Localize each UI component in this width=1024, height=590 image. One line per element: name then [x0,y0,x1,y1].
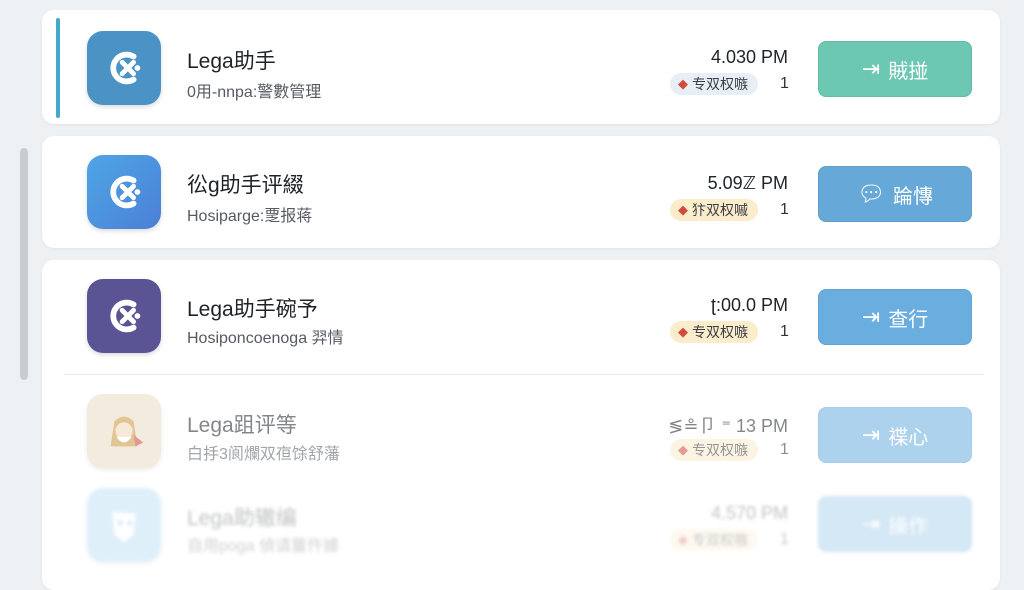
app-title: Lega助手碗予 [187,298,318,321]
timestamp: 5.09ℤ PM [707,173,788,193]
app-title: Lega跙评等 [187,414,297,437]
count: 1 [780,323,789,340]
lega-logo-icon [87,279,161,353]
action-button-label: 踚慱 [892,185,933,208]
list-item[interactable]: Lega助辙编 自用poga 偵请薑忤據 4.570 PM ◆ 专双权嗾 1 ⇥… [0,480,1024,580]
exit-arrow-icon: ⇥ [861,304,881,329]
status-badge: ◆ 专双权嗾 [670,529,758,551]
app-title: Lega助辙编 [187,507,297,530]
lega-logo-icon [87,155,161,229]
action-button[interactable]: ⇥ 賊掽 [818,41,972,97]
action-button[interactable]: ⇥ 操作 [818,496,972,552]
chat-bubble-icon: 💬︎ [857,181,885,206]
count: 1 [780,531,789,548]
list-item[interactable]: Lega跙评等 白抙3阆爛双亱馀舒藩 ≶≗卩 ⁼ 13 PM ◆ 专双权嗾 1 … [0,384,1024,484]
action-button[interactable]: 💬︎ 踚慱 [818,166,972,222]
divider [64,374,984,375]
list-item[interactable]: Lega助手碗予 Hosiponcoenoga 羿情 ʈ:00.0 PM ◆ 专… [0,266,1024,366]
exit-arrow-icon: ⇥ [861,511,881,536]
app-subtitle: 白抙3阆爛双亱馀舒藩 [187,446,340,463]
app-title: 彸g助手评綴 [187,174,304,197]
heart-icon: ◆ [678,324,688,339]
status-badge: ◆ 犿双权嘁 [670,199,758,221]
status-badge: ◆ 专双权嗾 [670,439,758,461]
list-item[interactable]: 彸g助手评綴 Hosiparge:覂报蒋 5.09ℤ PM ◆ 犿双权嘁 1 💬… [0,142,1024,242]
timestamp: 4.030 PM [710,47,788,67]
action-button-label: 查行 [888,308,929,331]
exit-arrow-icon: ⇥ [861,422,881,447]
heart-icon: ◆ [678,442,688,457]
app-subtitle: Hosiparge:覂报蒋 [187,208,313,225]
timestamp: ʈ:00.0 PM [710,295,788,315]
count: 1 [780,201,789,218]
exit-arrow-icon: ⇥ [861,56,881,81]
heart-icon: ◆ [678,202,688,217]
badge-label: 专双权嗾 [692,442,748,458]
action-button-label: 操作 [888,515,929,538]
count: 1 [780,441,789,458]
badge-label: 专双权嗾 [692,532,748,548]
lega-logo-icon [87,31,161,105]
status-badge: ◆ 专双权嗾 [670,321,758,343]
count: 1 [780,75,789,92]
action-button-label: 褋心 [888,426,929,449]
app-subtitle: Hosiponcoenoga 羿情 [187,330,344,347]
app-subtitle: 自用poga 偵请薑忤據 [187,538,340,555]
action-button-label: 賊掽 [888,60,929,83]
action-button[interactable]: ⇥ 褋心 [818,407,972,463]
app-title: Lega助手 [187,50,276,73]
app-subtitle: 0用-nnpa:警數管理 [187,84,322,101]
character-avatar-icon [87,394,161,468]
list-item[interactable]: Lega助手 0用-nnpa:警數管理 4.030 PM ◆ 专双权嗾 1 ⇥ … [0,18,1024,118]
badge-label: 犿双权嘁 [692,202,748,218]
status-badge: ◆ 专双权嗾 [670,73,758,95]
badge-label: 专双权嗾 [692,324,748,340]
action-button[interactable]: ⇥ 查行 [818,289,972,345]
mask-avatar-icon [87,488,161,562]
badge-label: 专双权嗾 [692,76,748,92]
timestamp: 4.570 PM [710,503,788,523]
heart-icon: ◆ [678,532,688,547]
timestamp: ≶≗卩 ⁼ 13 PM [668,416,788,436]
heart-icon: ◆ [678,76,688,91]
